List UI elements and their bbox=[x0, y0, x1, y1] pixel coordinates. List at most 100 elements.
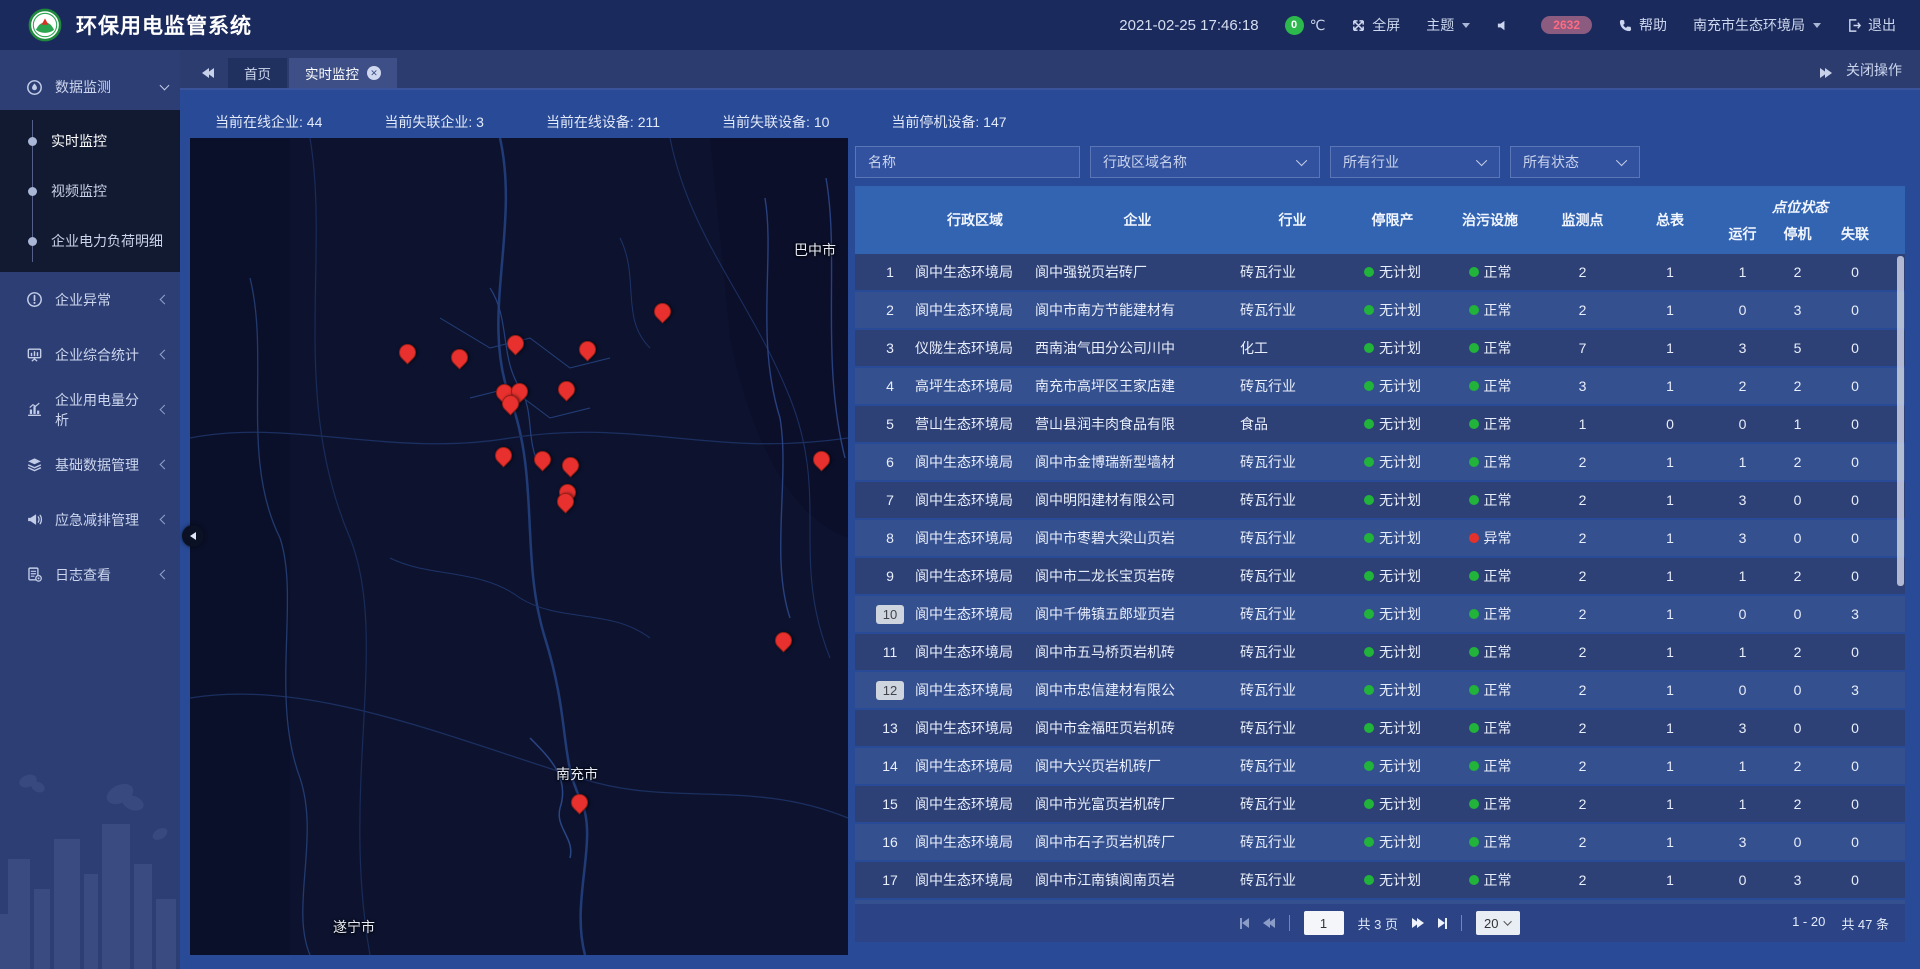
sidebar-item-3[interactable]: 企业用电量分析 bbox=[0, 382, 180, 437]
name-filter-input[interactable] bbox=[868, 154, 1067, 170]
notification-button[interactable]: 2632 bbox=[1537, 16, 1592, 34]
sidebar-item-label: 日志查看 bbox=[55, 565, 111, 585]
cell-stop: 0 bbox=[1770, 530, 1825, 546]
cell-stop: 3 bbox=[1770, 872, 1825, 888]
cell-run: 3 bbox=[1715, 492, 1770, 508]
table-row[interactable]: 13阆中生态环境局阆中市金福旺页岩机砖砖瓦行业无计划正常21300 bbox=[855, 710, 1905, 746]
cell-company: 阆中千佛镇五郎垭页岩 bbox=[1035, 604, 1240, 624]
cell-company: 阆中市忠信建材有限公 bbox=[1035, 680, 1240, 700]
table-row[interactable]: 2阆中生态环境局阆中市南方节能建材有砖瓦行业无计划正常21030 bbox=[855, 292, 1905, 328]
table-row[interactable]: 5营山生态环境局营山县润丰肉食品有限食品无计划正常10010 bbox=[855, 406, 1905, 442]
sidebar-item-4[interactable]: 基础数据管理 bbox=[0, 437, 180, 492]
cell-company: 阆中明阳建材有限公司 bbox=[1035, 490, 1240, 510]
cell-idx: 13 bbox=[865, 720, 915, 736]
name-filter[interactable] bbox=[855, 146, 1080, 178]
region-filter-select[interactable]: 行政区域名称 bbox=[1090, 146, 1320, 178]
org-dropdown[interactable]: 南充市生态环境局 bbox=[1693, 15, 1821, 35]
status-dot-icon bbox=[1364, 533, 1374, 543]
status-dot-icon bbox=[1469, 381, 1479, 391]
cell-run: 0 bbox=[1715, 606, 1770, 622]
mute-button[interactable] bbox=[1496, 18, 1511, 33]
map-roads bbox=[190, 138, 848, 955]
sidebar-subitem[interactable]: 实时监控 bbox=[0, 116, 180, 166]
tabs-scroll-right-button[interactable] bbox=[1820, 68, 1832, 78]
sidebar-item-5[interactable]: 应急减排管理 bbox=[0, 492, 180, 547]
table-row[interactable]: 1阆中生态环境局阆中强锐页岩砖厂砖瓦行业无计划正常21120 bbox=[855, 254, 1905, 290]
cell-limit: 无计划 bbox=[1345, 604, 1440, 624]
sidebar-subitem[interactable]: 视频监控 bbox=[0, 166, 180, 216]
table-scrollbar[interactable] bbox=[1897, 256, 1904, 586]
table-row[interactable]: 10阆中生态环境局阆中千佛镇五郎垭页岩砖瓦行业无计划正常21003 bbox=[855, 596, 1905, 632]
cell-company: 西南油气田分公司川中 bbox=[1035, 338, 1240, 358]
cell-meters: 1 bbox=[1625, 606, 1715, 622]
page-size-select[interactable]: 20 bbox=[1476, 911, 1520, 935]
sidebar-item-2[interactable]: 企业综合统计 bbox=[0, 327, 180, 382]
cell-facility: 正常 bbox=[1440, 794, 1540, 814]
sidebar-item-0[interactable]: 数据监测 bbox=[0, 64, 180, 110]
filter-bar: 行政区域名称 所有行业 所有状态 bbox=[855, 146, 1905, 178]
cell-limit: 无计划 bbox=[1345, 452, 1440, 472]
table-row[interactable]: 14阆中生态环境局阆中大兴页岩机砖厂砖瓦行业无计划正常21120 bbox=[855, 748, 1905, 784]
cell-lost: 0 bbox=[1825, 378, 1885, 394]
sidebar-subitem[interactable]: 企业电力负荷明细 bbox=[0, 216, 180, 266]
prev-page-button[interactable] bbox=[1263, 918, 1275, 928]
fullscreen-icon bbox=[1351, 18, 1366, 33]
cell-industry: 砖瓦行业 bbox=[1240, 452, 1345, 472]
chevron-left-icon bbox=[160, 515, 170, 525]
cell-facility: 正常 bbox=[1440, 566, 1540, 586]
map-panel[interactable]: 巴中市南充市遂宁市 bbox=[190, 138, 848, 955]
cell-industry: 化工 bbox=[1240, 338, 1345, 358]
table-row[interactable]: 15阆中生态环境局阆中市光富页岩机砖厂砖瓦行业无计划正常21120 bbox=[855, 786, 1905, 822]
cell-meters: 1 bbox=[1625, 758, 1715, 774]
table-row[interactable]: 4高坪生态环境局南充市高坪区王家店建砖瓦行业无计划正常31220 bbox=[855, 368, 1905, 404]
next-page-button[interactable] bbox=[1412, 918, 1424, 928]
cell-industry: 砖瓦行业 bbox=[1240, 718, 1345, 738]
cell-meters: 1 bbox=[1625, 682, 1715, 698]
logout-button[interactable]: 退出 bbox=[1847, 15, 1896, 35]
sidebar-item-label: 企业用电量分析 bbox=[55, 390, 149, 430]
cell-company: 阆中市二龙长宝页岩砖 bbox=[1035, 566, 1240, 586]
table-row[interactable]: 6阆中生态环境局阆中市金博瑞新型墙材砖瓦行业无计划正常21120 bbox=[855, 444, 1905, 480]
cell-industry: 砖瓦行业 bbox=[1240, 680, 1345, 700]
cell-company: 阆中强锐页岩砖厂 bbox=[1035, 262, 1240, 282]
table-row[interactable]: 16阆中生态环境局阆中市石子页岩机砖厂砖瓦行业无计划正常21300 bbox=[855, 824, 1905, 860]
status-label: 正常 bbox=[1484, 718, 1512, 738]
cell-facility: 正常 bbox=[1440, 642, 1540, 662]
cell-meters: 1 bbox=[1625, 644, 1715, 660]
table-row[interactable]: 12阆中生态环境局阆中市忠信建材有限公砖瓦行业无计划正常21003 bbox=[855, 672, 1905, 708]
status-dot-icon bbox=[1364, 875, 1374, 885]
sidebar-item-1[interactable]: 企业异常 bbox=[0, 272, 180, 327]
status-dot-icon bbox=[1469, 419, 1479, 429]
industry-filter-select[interactable]: 所有行业 bbox=[1330, 146, 1500, 178]
cell-limit: 无计划 bbox=[1345, 756, 1440, 776]
table-row[interactable]: 3仪陇生态环境局西南油气田分公司川中化工无计划正常71350 bbox=[855, 330, 1905, 366]
theme-dropdown[interactable]: 主题 bbox=[1426, 15, 1470, 35]
cell-points: 2 bbox=[1540, 302, 1625, 318]
cell-region: 阆中生态环境局 bbox=[915, 528, 1035, 548]
last-page-button[interactable] bbox=[1438, 918, 1447, 929]
cell-stop: 0 bbox=[1770, 682, 1825, 698]
close-operations-button[interactable]: 关闭操作 bbox=[1846, 60, 1902, 80]
chevron-down-icon bbox=[1296, 155, 1307, 166]
table-row[interactable]: 7阆中生态环境局阆中明阳建材有限公司砖瓦行业无计划正常21300 bbox=[855, 482, 1905, 518]
brand: 环保用电监管系统 bbox=[0, 8, 252, 42]
first-page-button[interactable] bbox=[1240, 918, 1249, 929]
tab-realtime-monitor[interactable]: 实时监控 ✕ bbox=[289, 58, 397, 88]
tabs-scroll-left-button[interactable] bbox=[202, 68, 214, 78]
sidebar-collapse-handle[interactable] bbox=[182, 525, 204, 547]
table-row[interactable]: 17阆中生态环境局阆中市江南镇阆南页岩砖瓦行业无计划正常21030 bbox=[855, 862, 1905, 898]
help-button[interactable]: 帮助 bbox=[1618, 15, 1667, 35]
cell-industry: 砖瓦行业 bbox=[1240, 642, 1345, 662]
logout-icon bbox=[1847, 18, 1862, 33]
fullscreen-button[interactable]: 全屏 bbox=[1351, 15, 1400, 35]
tab-home[interactable]: 首页 bbox=[228, 58, 287, 88]
status-label: 无计划 bbox=[1379, 680, 1421, 700]
table-row[interactable]: 8阆中生态环境局阆中市枣碧大梁山页岩砖瓦行业无计划异常21300 bbox=[855, 520, 1905, 556]
sidebar-item-label: 企业异常 bbox=[55, 290, 111, 310]
table-row[interactable]: 11阆中生态环境局阆中市五马桥页岩机砖砖瓦行业无计划正常21120 bbox=[855, 634, 1905, 670]
table-row[interactable]: 9阆中生态环境局阆中市二龙长宝页岩砖砖瓦行业无计划正常21120 bbox=[855, 558, 1905, 594]
tab-close-icon[interactable]: ✕ bbox=[367, 66, 381, 80]
sidebar-item-6[interactable]: 日志查看 bbox=[0, 547, 180, 602]
page-number-input[interactable] bbox=[1304, 911, 1344, 935]
status-filter-select[interactable]: 所有状态 bbox=[1510, 146, 1640, 178]
